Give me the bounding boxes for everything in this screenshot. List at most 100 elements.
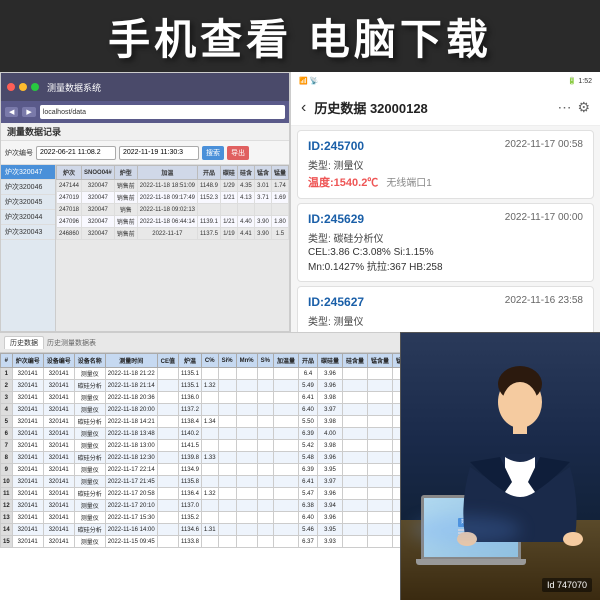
ss-table-row: 14320141320141碳硅分析2022-11-16 14:001134.6… xyxy=(1,524,401,536)
col-zhixing: 执行 xyxy=(288,166,289,180)
ss-cell xyxy=(218,368,236,380)
ss-cell xyxy=(393,392,400,404)
ss-cell xyxy=(393,512,400,524)
col-snoo: SNOO04# xyxy=(82,166,115,180)
ss-cell: 碳硅分析 xyxy=(74,452,105,464)
ss-cell xyxy=(393,404,400,416)
ss-cell xyxy=(393,452,400,464)
ss-cell: 3.96 xyxy=(318,380,343,392)
ss-cell xyxy=(368,524,393,536)
ss-cell: 3.95 xyxy=(318,464,343,476)
settings-icon[interactable]: ⚙ xyxy=(577,99,590,116)
col-mengq: 锰量 xyxy=(271,166,288,180)
export-button[interactable]: 导出 xyxy=(227,146,249,160)
ss-cell: 1134.9 xyxy=(179,464,202,476)
sidebar-item-3[interactable]: 炉次320044 xyxy=(1,210,55,225)
ss-cell xyxy=(157,512,178,524)
table-row: 247144320047销售前2022-11-18 18:51:091148.9… xyxy=(57,180,290,192)
ss-cell: 测量仪 xyxy=(74,440,105,452)
ss-cell xyxy=(343,440,368,452)
ss-cell xyxy=(157,500,178,512)
ss-cell: 1139.8 xyxy=(179,452,202,464)
ss-cell xyxy=(218,416,236,428)
ss-cell xyxy=(343,476,368,488)
table-row: 246860320047销售前2022-11-171137.51/194.413… xyxy=(57,228,290,240)
ss-cell xyxy=(393,536,400,548)
ss-cell: 3.97 xyxy=(318,404,343,416)
record-time: 2022-11-16 23:58 xyxy=(505,295,583,309)
ss-table-wrap[interactable]: # 炉次编号设备编号设备名称测量时间CE值炉温C%Si%Mn%S%加温量开品碳硅… xyxy=(0,353,400,600)
col-meng: 锰含 xyxy=(254,166,271,180)
ss-cell: 320141 xyxy=(43,476,74,488)
ss-cell xyxy=(343,512,368,524)
record-type: 类型: 碳硅分析仪 xyxy=(308,230,583,245)
mobile-record-item[interactable]: ID:2456292022-11-17 00:00类型: 碳硅分析仪CEL:3.… xyxy=(297,203,594,282)
ss-cell xyxy=(218,500,236,512)
ss-cell: 5.46 xyxy=(298,524,317,536)
more-icon[interactable]: ⋯ xyxy=(557,99,571,116)
filter-date-end[interactable] xyxy=(119,146,199,160)
sidebar-item-4[interactable]: 炉次320043 xyxy=(1,225,55,240)
pc-nav-back[interactable]: ◀ xyxy=(5,107,18,117)
ss-cell: 1136.0 xyxy=(179,392,202,404)
ss-cell: 1.33 xyxy=(201,452,218,464)
battery-icon: 🔋 xyxy=(568,77,577,85)
ss-cell xyxy=(273,500,298,512)
ss-cell xyxy=(236,500,257,512)
ss-cell xyxy=(393,488,400,500)
ss-table-row: 1320141320141测量仪2022-11-18 21:221135.16.… xyxy=(1,368,401,380)
col-lxing: 炉型 xyxy=(114,166,137,180)
ss-cell: 1138.4 xyxy=(179,416,202,428)
back-icon[interactable]: ‹ xyxy=(301,99,306,117)
ss-table-row: 13320141320141测量仪2022-11-17 15:301135.26… xyxy=(1,512,401,524)
top-banner: 手机查看 电脑下载 xyxy=(0,0,600,72)
ss-cell: 320141 xyxy=(43,536,74,548)
ss-cell xyxy=(393,428,400,440)
col-tan: 碳硅 xyxy=(220,166,237,180)
ss-cell: 3.96 xyxy=(318,368,343,380)
sidebar-item-2[interactable]: 炉次320045 xyxy=(1,195,55,210)
col-lunci: 炉次 xyxy=(57,166,82,180)
ss-cell xyxy=(236,464,257,476)
ss-cell xyxy=(201,440,218,452)
ss-cell: 1141.5 xyxy=(179,440,202,452)
pc-url-bar[interactable]: localhost/data xyxy=(40,105,285,119)
ss-cell: 5.49 xyxy=(298,380,317,392)
ss-table-row: 6320141320141测量仪2022-11-18 13:481140.26.… xyxy=(1,428,401,440)
ss-cell xyxy=(236,536,257,548)
ss-cell xyxy=(236,524,257,536)
filter-date-start[interactable] xyxy=(36,146,116,160)
ss-cell: 2022-11-18 20:00 xyxy=(105,404,157,416)
ss-cell: 320141 xyxy=(12,440,43,452)
ss-cell: 5.47 xyxy=(298,488,317,500)
sidebar-item-1[interactable]: 炉次320046 xyxy=(1,180,55,195)
sidebar-item-0[interactable]: 炉次320047 xyxy=(1,165,55,180)
ss-cell xyxy=(157,392,178,404)
ss-cell: 1.31 xyxy=(201,524,218,536)
content-area: 测量数据系统 ◀ ▶ localhost/data 测量数据记录 炉次编号 搜索… xyxy=(0,72,600,600)
ss-cell xyxy=(393,416,400,428)
mobile-record-item[interactable]: ID:2456272022-11-16 23:58类型: 测量仪温度:1534.… xyxy=(297,286,594,332)
ss-cell: 1.32 xyxy=(201,488,218,500)
table-row: 247019320047销售前2022-11-18 09:17:491152.3… xyxy=(57,192,290,204)
id-overlay: Id 747070 xyxy=(542,578,592,592)
search-button[interactable]: 搜索 xyxy=(202,146,224,160)
ss-cell xyxy=(343,428,368,440)
ss-cell: 4.00 xyxy=(318,428,343,440)
ss-cell: 320141 xyxy=(43,452,74,464)
ss-cell: 2022-11-18 21:14 xyxy=(105,380,157,392)
ss-cell xyxy=(157,536,178,548)
toolbar-min-dot xyxy=(19,83,27,91)
mobile-record-item[interactable]: ID:2457002022-11-17 00:58类型: 测量仪温度:1540.… xyxy=(297,130,594,199)
ss-cell: 2022-11-17 21:45 xyxy=(105,476,157,488)
ss-cell: 3.93 xyxy=(318,536,343,548)
ss-cell xyxy=(273,452,298,464)
ss-cell: 3.96 xyxy=(318,488,343,500)
ss-cell: 测量仪 xyxy=(74,512,105,524)
toolbar-max-dot xyxy=(31,83,39,91)
ss-table-row: 10320141320141测量仪2022-11-17 21:451135.86… xyxy=(1,476,401,488)
ss-tab[interactable]: 历史数据 xyxy=(4,336,44,349)
ss-cell xyxy=(257,392,273,404)
pc-nav-forward[interactable]: ▶ xyxy=(22,107,35,117)
ss-cell xyxy=(257,464,273,476)
